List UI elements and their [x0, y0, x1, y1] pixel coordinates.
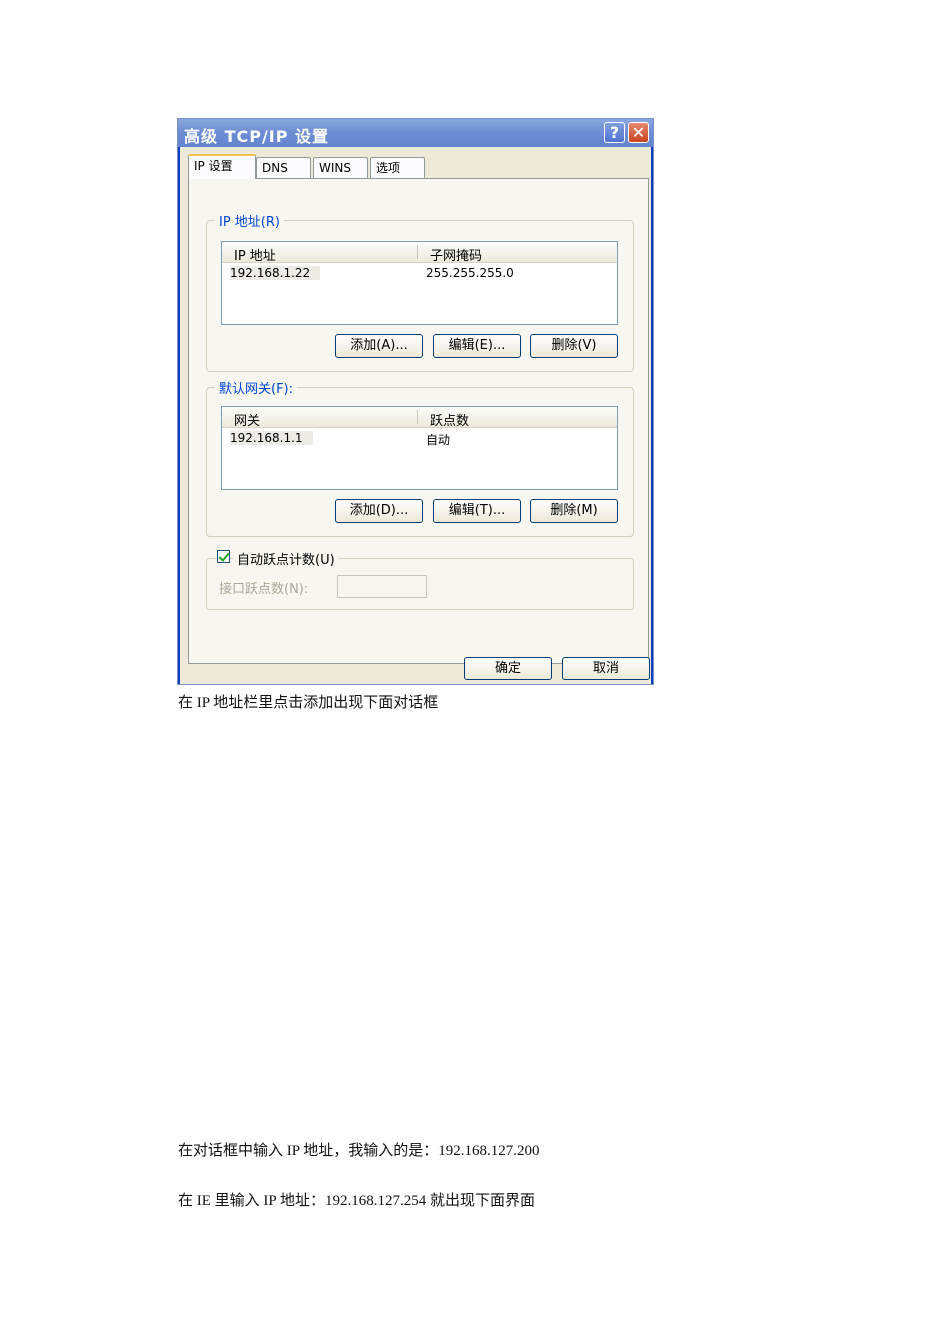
delete-gateway-button[interactable]: 删除(M): [530, 499, 618, 523]
column-subnet-mask[interactable]: 子网掩码: [430, 245, 482, 264]
column-separator[interactable]: [417, 245, 418, 259]
cancel-button[interactable]: 取消: [562, 657, 650, 680]
gateway-cell[interactable]: 192.168.1.1: [230, 431, 313, 445]
tab-ip-settings[interactable]: IP 设置: [188, 154, 256, 179]
dialog-title: 高级 TCP/IP 设置: [184, 127, 330, 146]
tab-wins[interactable]: WINS: [313, 157, 368, 178]
gateway-list[interactable]: 网关 跃点数 192.168.1.1 自动: [221, 406, 618, 490]
caption-enter-ip: 在对话框中输入 IP 地址，我输入的是：192.168.127.200: [178, 1143, 540, 1159]
subnet-mask-cell[interactable]: 255.255.255.0: [426, 266, 514, 280]
auto-metric-label[interactable]: 自动跃点计数(U): [233, 549, 339, 568]
edit-ip-button[interactable]: 编辑(E)...: [433, 334, 521, 358]
ip-address-cell[interactable]: 192.168.1.22: [230, 266, 321, 280]
column-ip-address[interactable]: IP 地址: [234, 245, 276, 264]
caption-add-ip: 在 IP 地址栏里点击添加出现下面对话框: [178, 695, 439, 711]
interface-metric-input[interactable]: [337, 575, 427, 598]
gateway-list-header: 网关 跃点数: [222, 407, 617, 429]
tab-dns[interactable]: DNS: [256, 157, 311, 178]
auto-metric-group: 自动跃点计数(U) 接口跃点数(N):: [206, 549, 634, 610]
ip-address-group-label: IP 地址(R): [215, 211, 284, 230]
ip-list-header: IP 地址 子网掩码: [222, 242, 617, 264]
title-bar[interactable]: 高级 TCP/IP 设置 ? ✕: [178, 119, 653, 147]
column-metric[interactable]: 跃点数: [430, 410, 469, 429]
dialog-client-area: IP 设置 DNS WINS 选项 IP 地址(R) IP 地址 子网掩码 19…: [180, 147, 651, 684]
help-icon[interactable]: ?: [604, 122, 625, 143]
ip-address-group: IP 地址(R) IP 地址 子网掩码 192.168.1.22 255.255…: [206, 211, 634, 372]
interface-metric-label: 接口跃点数(N):: [219, 582, 309, 597]
advanced-tcpip-dialog: 高级 TCP/IP 设置 ? ✕ IP 设置 DNS WINS 选项 IP 地址…: [177, 118, 654, 685]
add-gateway-button[interactable]: 添加(D)...: [335, 499, 423, 523]
add-ip-button[interactable]: 添加(A)...: [335, 334, 423, 358]
edit-gateway-button[interactable]: 编辑(T)...: [433, 499, 521, 523]
close-icon[interactable]: ✕: [628, 122, 649, 143]
ip-settings-panel: IP 地址(R) IP 地址 子网掩码 192.168.1.22 255.255…: [188, 178, 649, 664]
metric-cell[interactable]: 自动: [426, 431, 450, 448]
delete-ip-button[interactable]: 删除(V): [530, 334, 618, 358]
auto-metric-checkbox[interactable]: [217, 550, 230, 563]
tab-options[interactable]: 选项: [370, 157, 425, 178]
caption-ie-address: 在 IE 里输入 IP 地址：192.168.127.254 就出现下面界面: [178, 1193, 535, 1209]
ok-button[interactable]: 确定: [464, 657, 552, 680]
column-gateway[interactable]: 网关: [234, 410, 260, 429]
default-gateway-group-label: 默认网关(F):: [215, 378, 298, 397]
ip-address-list[interactable]: IP 地址 子网掩码 192.168.1.22 255.255.255.0: [221, 241, 618, 325]
column-separator[interactable]: [417, 410, 418, 424]
default-gateway-group: 默认网关(F): 网关 跃点数 192.168.1.1 自动 添加(D)... …: [206, 378, 634, 537]
